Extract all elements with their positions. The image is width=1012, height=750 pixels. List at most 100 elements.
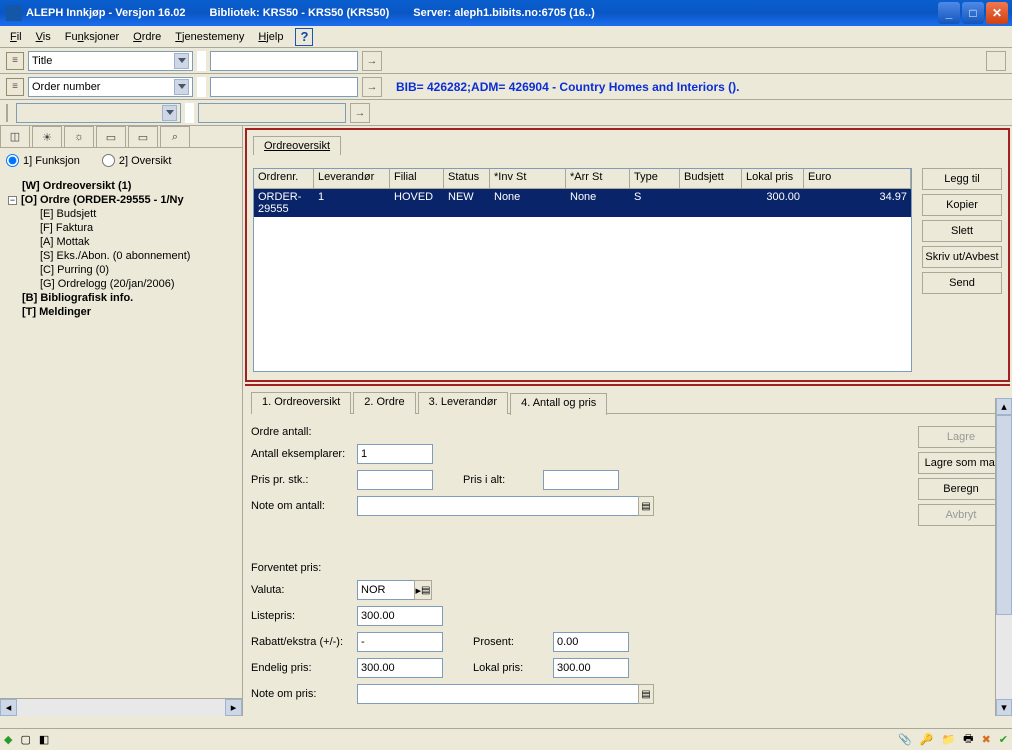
panel-toggle-button[interactable] [986, 51, 1006, 71]
col-ordrenr[interactable]: Ordrenr. [254, 169, 314, 188]
tree-eks-abon[interactable]: [S] Eks./Abon. (0 abonnement) [4, 249, 238, 263]
collapse-icon[interactable]: − [8, 196, 17, 205]
cell-type: S [630, 189, 680, 217]
listepris-input[interactable] [357, 606, 443, 626]
tab-6[interactable]: ⌕ [160, 126, 190, 147]
legg-til-button[interactable]: Legg til [922, 168, 1002, 190]
tree-budsjett[interactable]: [E] Budsjett [4, 207, 238, 221]
menubar: Fil Vis Funksjoner Ordre Tjenestemeny Hj… [0, 26, 1012, 48]
menu-vis[interactable]: Vis [30, 29, 57, 45]
search1-input[interactable] [210, 51, 358, 71]
skriv-ut-button[interactable]: Skriv ut/Avbest [922, 246, 1002, 268]
doc-icon-2[interactable] [6, 78, 24, 96]
col-arrst[interactable]: *Arr St [566, 169, 630, 188]
pris-alt-input[interactable] [543, 470, 619, 490]
minimize-button[interactable]: _ [938, 2, 960, 24]
tab-3[interactable]: ☼ [64, 126, 94, 147]
scroll-down-button[interactable]: ▾ [996, 699, 1012, 716]
menu-fil[interactable]: Fil [4, 29, 28, 45]
search2-input[interactable] [210, 77, 358, 97]
search3-input[interactable] [198, 103, 346, 123]
status-icon-key[interactable]: 🔑 [920, 733, 934, 746]
lokal-input[interactable] [553, 658, 629, 678]
status-icon-print[interactable]: 🖶 [963, 730, 973, 749]
status-icon-folder[interactable]: 📁 [941, 733, 955, 746]
slett-button[interactable]: Slett [922, 220, 1002, 242]
col-invst[interactable]: *Inv St [490, 169, 566, 188]
expand-note-pris-button[interactable] [638, 684, 654, 704]
tab-2-ordre[interactable]: 2. Ordre [353, 392, 415, 414]
maximize-button[interactable]: □ [962, 2, 984, 24]
v-scrollbar[interactable]: ▴ ▾ [995, 398, 1012, 716]
pris-stk-input[interactable] [357, 470, 433, 490]
search3-go-button[interactable] [350, 103, 370, 123]
lagre-mal-button[interactable]: Lagre som mal [918, 452, 1004, 474]
doc-icon[interactable] [6, 52, 24, 70]
kopier-button[interactable]: Kopier [922, 194, 1002, 216]
tab-4-antall-pris[interactable]: 4. Antall og pris [510, 393, 607, 415]
tree-ordrelogg[interactable]: [G] Ordrelogg (20/jan/2006) [4, 277, 238, 291]
tree-ordreoversikt[interactable]: [W] Ordreoversikt (1) [4, 179, 238, 193]
menu-ordre[interactable]: Ordre [127, 29, 167, 45]
tree-meldinger[interactable]: [T] Meldinger [4, 305, 238, 319]
tab-4[interactable]: ▭ [96, 126, 126, 147]
expand-note-antall-button[interactable] [638, 496, 654, 516]
rabatt-input[interactable] [357, 632, 443, 652]
grid-row[interactable]: ORDER-29555 1 HOVED NEW None None S 300.… [254, 189, 911, 217]
menu-tjenestemeny[interactable]: Tjenestemeny [169, 29, 250, 45]
menu-hjelp[interactable]: Hjelp [252, 29, 289, 45]
status-icon-2[interactable]: ◧ [39, 733, 49, 746]
search1-go-button[interactable] [362, 51, 382, 71]
search-row-1: Title [0, 48, 1012, 74]
order-grid[interactable]: Ordrenr. Leverandør Filial Status *Inv S… [253, 168, 912, 372]
scroll-up-button[interactable]: ▴ [996, 398, 1012, 415]
status-icon-check[interactable]: ✔ [999, 733, 1008, 746]
lagre-button[interactable]: Lagre [918, 426, 1004, 448]
valuta-input[interactable] [357, 580, 415, 600]
antall-eks-input[interactable] [357, 444, 433, 464]
tree-ordre[interactable]: −[O] Ordre (ORDER-29555 - 1/Ny [4, 193, 238, 207]
tree-purring[interactable]: [C] Purring (0) [4, 263, 238, 277]
col-euro[interactable]: Euro [804, 169, 911, 188]
beregn-button[interactable]: Beregn [918, 478, 1004, 500]
prosent-input[interactable] [553, 632, 629, 652]
send-button[interactable]: Send [922, 272, 1002, 294]
status-icon-close[interactable]: ✖ [982, 733, 991, 746]
menu-funksjoner[interactable]: Funksjoner [59, 29, 125, 45]
search3-select[interactable] [16, 103, 181, 123]
tab-1[interactable]: ◫ [0, 125, 30, 147]
note-pris-input[interactable] [357, 684, 639, 704]
help-icon[interactable]: ? [295, 28, 313, 46]
col-budsjett[interactable]: Budsjett [680, 169, 742, 188]
search2-type-select[interactable]: Order number [28, 77, 193, 97]
avbryt-button[interactable]: Avbryt [918, 504, 1004, 526]
status-icon-clip[interactable]: 📎 [898, 733, 912, 746]
radio-funksjon[interactable]: 1] Funksjon [6, 154, 80, 167]
radio-oversikt[interactable]: 2] Oversikt [102, 154, 172, 167]
search2-go-button[interactable] [362, 77, 382, 97]
tab-5[interactable]: ▭ [128, 126, 158, 147]
note-antall-input[interactable] [357, 496, 639, 516]
col-leverandor[interactable]: Leverandør [314, 169, 390, 188]
close-button[interactable]: ✕ [986, 2, 1008, 24]
h-scrollbar[interactable]: ◂ ▸ [0, 698, 242, 716]
tab-1-ordreoversikt[interactable]: 1. Ordreoversikt [251, 392, 351, 414]
col-lokalpris[interactable]: Lokal pris [742, 169, 804, 188]
tree-faktura[interactable]: [F] Faktura [4, 221, 238, 235]
status-icon-1[interactable]: ▢ [20, 733, 30, 746]
tree-biblio[interactable]: [B] Bibliografisk info. [4, 291, 238, 305]
tab-3-leverandor[interactable]: 3. Leverandør [418, 392, 508, 414]
col-filial[interactable]: Filial [390, 169, 444, 188]
col-status[interactable]: Status [444, 169, 490, 188]
tab-ordreoversikt[interactable]: Ordreoversikt [253, 136, 341, 155]
endelig-input[interactable] [357, 658, 443, 678]
tab-2[interactable]: ☀ [32, 126, 62, 147]
tree-mottak[interactable]: [A] Mottak [4, 235, 238, 249]
nav-tree[interactable]: [W] Ordreoversikt (1) −[O] Ordre (ORDER-… [0, 173, 242, 698]
col-type[interactable]: Type [630, 169, 680, 188]
search1-type-select[interactable]: Title [28, 51, 193, 71]
scroll-right-button[interactable]: ▸ [225, 699, 242, 716]
valuta-picker-button[interactable]: ▸ [414, 580, 432, 600]
scroll-left-button[interactable]: ◂ [0, 699, 17, 716]
scroll-thumb[interactable] [996, 415, 1012, 615]
